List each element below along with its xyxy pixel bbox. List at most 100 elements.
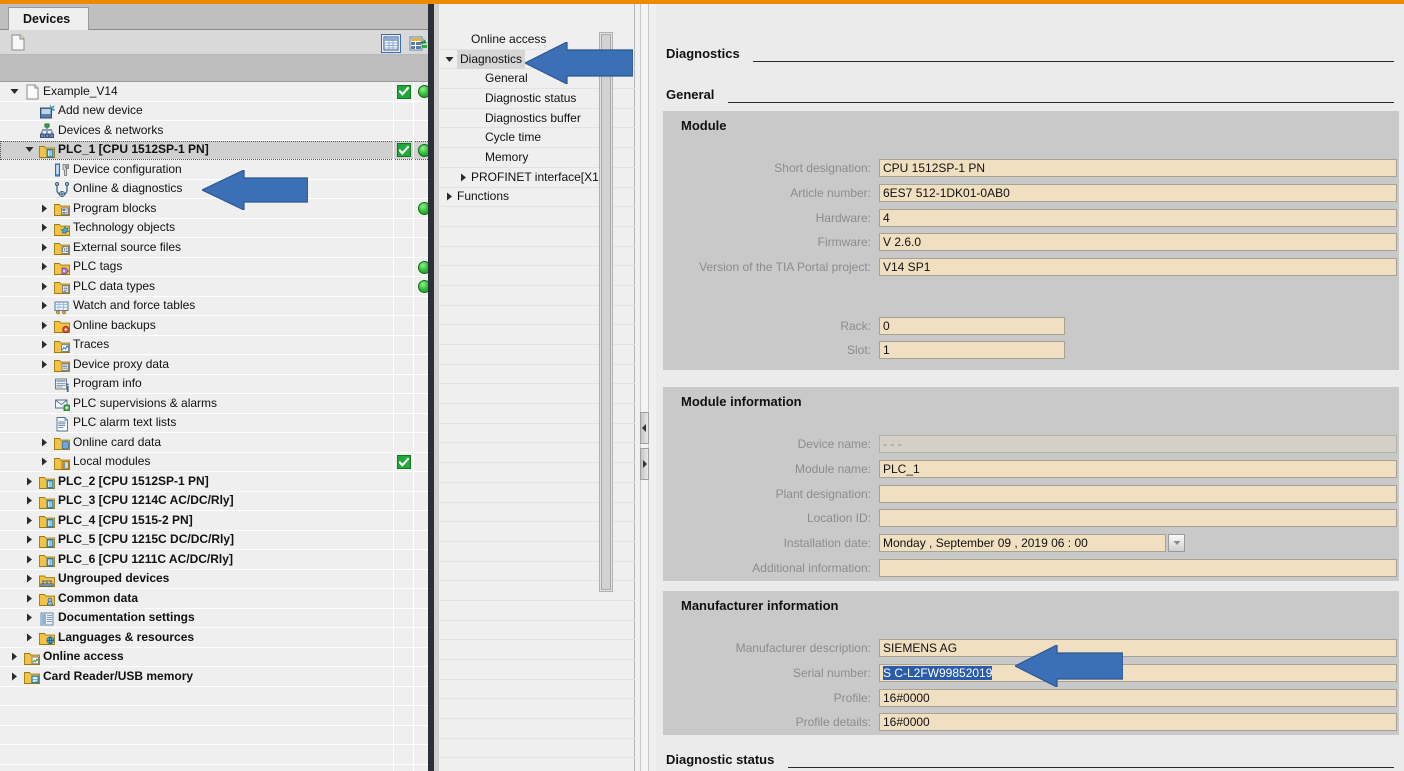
field-input[interactable]: 16#0000 [879, 688, 1397, 707]
tree-item-plc-tags[interactable]: PLC tags [0, 257, 434, 277]
tree-item-plc-supervisions-alarms[interactable]: PLC supervisions & alarms [0, 394, 434, 414]
field-input[interactable]: V 2.6.0 [879, 233, 1397, 252]
tree-item-online-card-data[interactable]: Online card data [0, 433, 434, 453]
tree-item-ungrouped-devices[interactable]: Ungrouped devices [0, 569, 434, 589]
chevron-right-icon[interactable] [23, 472, 35, 491]
chevron-right-icon[interactable] [23, 530, 35, 549]
chevron-down-icon[interactable] [443, 50, 455, 69]
export-table-icon[interactable] [409, 34, 429, 53]
chevron-right-icon[interactable] [8, 647, 20, 666]
field-input[interactable]: 6ES7 512-1DK01-0AB0 [879, 183, 1397, 202]
field-input[interactable]: Monday , September 09 , 2019 06 : 00 [879, 534, 1166, 553]
field-input[interactable] [879, 559, 1397, 577]
tree-item-plc-1-cpu-1512sp-1-pn[interactable]: PLC_1 [CPU 1512SP-1 PN] [0, 140, 434, 160]
field-input[interactable]: 4 [879, 208, 1397, 227]
field-input[interactable]: 16#0000 [879, 713, 1397, 732]
tree-compile-status-cell [393, 82, 413, 102]
field-input[interactable] [879, 509, 1397, 528]
tree-item-documentation-settings[interactable]: Documentation settings [0, 608, 434, 628]
chevron-right-icon[interactable] [457, 168, 469, 187]
tree-compile-status-cell [393, 374, 413, 394]
chevron-right-icon[interactable] [38, 433, 50, 452]
nav-scrollbar-thumb[interactable] [601, 34, 611, 590]
grid-view-icon[interactable] [381, 34, 401, 53]
tree-item-watch-and-force-tables[interactable]: Watch and force tables [0, 296, 434, 316]
field-input[interactable]: CPU 1512SP-1 PN [879, 159, 1397, 177]
tree-item-label: Online backups [73, 317, 156, 332]
tree-item-technology-objects[interactable]: Technology objects [0, 218, 434, 238]
field-input[interactable] [879, 484, 1397, 503]
devices-tabstrip: Devices [0, 4, 434, 31]
chevron-right-icon[interactable] [38, 452, 50, 471]
plc-alarm-text-lists-icon [54, 416, 70, 432]
chevron-right-icon[interactable] [38, 316, 50, 335]
chevron-right-icon[interactable] [38, 335, 50, 354]
chevron-right-icon[interactable] [8, 667, 20, 686]
tree-item-label: Device proxy data [73, 356, 170, 371]
tree-item-card-reader-usb-memory[interactable]: Card Reader/USB memory [0, 667, 434, 687]
chevron-right-icon[interactable] [38, 199, 50, 218]
tree-item-plc-3-cpu-1214c-ac-dc-rly[interactable]: PLC_3 [CPU 1214C AC/DC/Rly] [0, 491, 434, 511]
tab-devices[interactable]: Devices [8, 7, 90, 31]
rack-input[interactable]: 0 [879, 317, 1065, 335]
tree-item-online-backups[interactable]: Online backups [0, 316, 434, 336]
chevron-right-icon[interactable] [23, 608, 35, 627]
chevron-right-icon[interactable] [23, 589, 35, 608]
tree-item-label: Watch and force tables [73, 298, 196, 313]
add-device-icon [39, 104, 56, 120]
traces-icon [54, 338, 70, 354]
tree-item-plc-2-cpu-1512sp-1-pn[interactable]: PLC_2 [CPU 1512SP-1 PN] [0, 472, 434, 492]
chevron-right-icon[interactable] [38, 277, 50, 296]
collapse-left-button[interactable] [640, 412, 649, 444]
field-input[interactable]: SIEMENS AG [879, 639, 1397, 657]
chevron-right-icon[interactable] [38, 296, 50, 315]
field-input[interactable]: PLC_1 [879, 459, 1397, 478]
tree-item-label: PLC_3 [CPU 1214C AC/DC/Rly] [58, 493, 234, 508]
tree-item-add-new-device[interactable]: Add new device [0, 101, 434, 121]
tree-item-devices-networks[interactable]: Devices & networks [0, 121, 434, 141]
chevron-right-icon[interactable] [38, 355, 50, 374]
combo-dropdown-button[interactable] [1168, 534, 1185, 553]
nav-scrollbar[interactable] [599, 32, 613, 592]
splitter-nav-content[interactable] [636, 4, 656, 771]
tree-item-program-info[interactable]: Program info [0, 374, 434, 394]
svg-text:01: 01 [62, 248, 69, 254]
tree-item-plc-6-cpu-1211c-ac-dc-rly[interactable]: PLC_6 [CPU 1211C AC/DC/Rly] [0, 550, 434, 570]
field-input[interactable]: S C-L2FW99852019 [879, 663, 1397, 682]
tree-item-plc-4-cpu-1515-2-pn[interactable]: PLC_4 [CPU 1515-2 PN] [0, 511, 434, 531]
top-accent-bar-right [1290, 0, 1404, 4]
tree-item-example-v14[interactable]: Example_V14 [0, 82, 434, 102]
chevron-down-icon[interactable] [23, 140, 35, 159]
chevron-right-icon[interactable] [443, 187, 455, 206]
tree-item-plc-5-cpu-1215c-dc-dc-rly[interactable]: PLC_5 [CPU 1215C DC/DC/Rly] [0, 530, 434, 550]
tree-item-plc-alarm-text-lists[interactable]: PLC alarm text lists [0, 413, 434, 433]
tree-item-common-data[interactable]: Common data [0, 589, 434, 609]
chevron-right-icon[interactable] [38, 238, 50, 257]
chevron-right-icon[interactable] [38, 218, 50, 237]
arrow-to-online-diagnostics [202, 170, 308, 210]
field-label: Manufacturer description: [735, 641, 871, 655]
nav-item-label: Memory [485, 149, 529, 164]
tree-item-external-source-files[interactable]: 01 External source files [0, 238, 434, 258]
tree-item-label: Program blocks [73, 200, 157, 215]
tree-empty-row [0, 745, 434, 765]
field-label: Device name: [797, 437, 871, 451]
chevron-right-icon[interactable] [23, 491, 35, 510]
chevron-right-icon[interactable] [23, 550, 35, 569]
tree-compile-status-cell [393, 101, 413, 121]
slot-input[interactable]: 1 [879, 341, 1065, 359]
chevron-down-icon[interactable] [8, 82, 20, 101]
chevron-right-icon[interactable] [23, 569, 35, 588]
tree-item-traces[interactable]: Traces [0, 335, 434, 355]
collapse-right-button[interactable] [640, 448, 649, 480]
tree-item-plc-data-types[interactable]: PLC data types [0, 277, 434, 297]
field-input[interactable]: V14 SP1 [879, 258, 1397, 277]
chevron-right-icon[interactable] [23, 628, 35, 647]
tree-item-languages-resources[interactable]: Languages & resources [0, 628, 434, 648]
chevron-right-icon[interactable] [23, 511, 35, 530]
tree-item-device-proxy-data[interactable]: Device proxy data [0, 355, 434, 375]
chevron-right-icon[interactable] [38, 257, 50, 276]
tree-item-local-modules[interactable]: Local modules [0, 452, 434, 472]
tree-item-online-access[interactable]: Online access [0, 647, 434, 667]
new-document-icon[interactable] [10, 34, 27, 51]
